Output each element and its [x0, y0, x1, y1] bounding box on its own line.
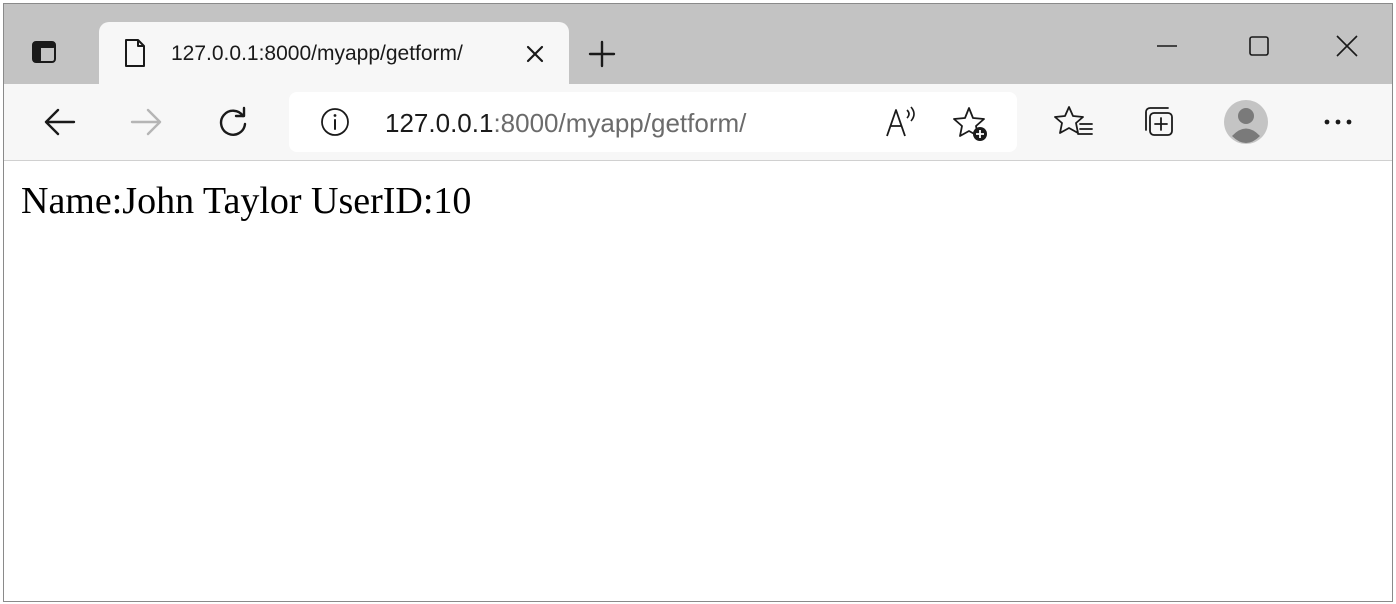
tab-actions-icon: [30, 38, 58, 66]
maximize-button[interactable]: [1236, 26, 1282, 66]
browser-window: 127.0.0.1:8000/myapp/getform/ 127.0.0.1:…: [3, 3, 1393, 602]
avatar-icon: [1223, 99, 1269, 145]
collections-button[interactable]: [1136, 98, 1184, 146]
star-add-icon: [951, 104, 991, 144]
plus-icon: [587, 39, 617, 69]
page-icon: [121, 38, 149, 68]
more-icon: [1322, 117, 1354, 127]
url-path: :8000/myapp/getform/: [493, 108, 747, 138]
tab-strip: 127.0.0.1:8000/myapp/getform/: [4, 4, 1392, 84]
info-icon: [319, 106, 351, 138]
minimize-button[interactable]: [1144, 26, 1190, 66]
add-favorite-button[interactable]: [951, 104, 991, 144]
maximize-icon: [1247, 34, 1271, 58]
profile-button[interactable]: [1222, 98, 1270, 146]
new-tab-button[interactable]: [582, 34, 622, 74]
arrow-right-icon: [128, 104, 164, 140]
read-aloud-icon: [883, 104, 919, 140]
forward-button[interactable]: [122, 98, 170, 146]
back-button[interactable]: [36, 98, 84, 146]
url-host: 127.0.0.1: [385, 108, 494, 138]
close-tab-button[interactable]: [521, 40, 549, 68]
toolbar: 127.0.0.1:8000/myapp/getform/: [4, 84, 1392, 161]
site-info-button[interactable]: [319, 106, 351, 138]
favorites-icon: [1054, 102, 1094, 142]
refresh-icon: [215, 104, 251, 140]
close-icon: [1335, 34, 1359, 58]
tab-actions-button[interactable]: [24, 32, 64, 72]
minimize-icon: [1155, 34, 1179, 58]
arrow-left-icon: [42, 104, 78, 140]
page-content: Name:John Taylor UserID:10: [4, 161, 1392, 601]
more-button[interactable]: [1314, 98, 1362, 146]
close-icon: [525, 44, 545, 64]
tab-active[interactable]: 127.0.0.1:8000/myapp/getform/: [99, 22, 569, 84]
page-text: Name:John Taylor UserID:10: [21, 180, 472, 222]
read-aloud-button[interactable]: [883, 104, 919, 140]
close-window-button[interactable]: [1324, 26, 1370, 66]
refresh-button[interactable]: [209, 98, 257, 146]
collections-icon: [1140, 102, 1180, 142]
favorites-button[interactable]: [1050, 98, 1098, 146]
tab-title: 127.0.0.1:8000/myapp/getform/: [171, 42, 463, 65]
url-text[interactable]: 127.0.0.1:8000/myapp/getform/: [385, 108, 746, 138]
address-bar[interactable]: 127.0.0.1:8000/myapp/getform/: [289, 92, 1017, 152]
